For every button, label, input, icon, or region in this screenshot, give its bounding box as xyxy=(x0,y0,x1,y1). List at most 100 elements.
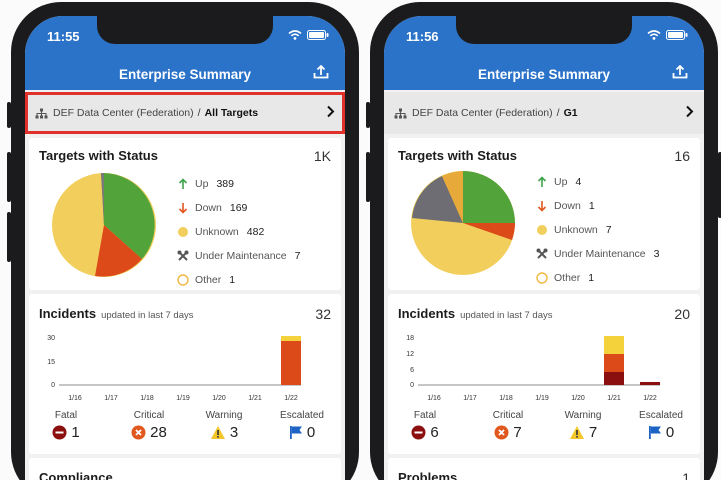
pie-slice-up xyxy=(463,171,515,223)
bar-1-22 xyxy=(640,382,660,385)
status-time: 11:56 xyxy=(406,29,439,44)
breadcrumb[interactable]: DEF Data Center (Federation) / G1 xyxy=(384,92,704,134)
legend-label: Under Maintenance xyxy=(195,250,287,262)
legend-item-other[interactable]: Other 1 xyxy=(175,268,300,292)
problems-card[interactable]: Problems 1 xyxy=(388,458,700,480)
x-tick-label: 1/19 xyxy=(176,395,190,402)
targets-status-card[interactable]: Targets with Status 1K Up 389 Down 169 Unk… xyxy=(29,138,341,290)
x-axis: 1/16 1/17 1/18 1/19 1/20 1/21 1/22 xyxy=(427,395,657,402)
legend-label: Unknown xyxy=(554,224,598,236)
stat-value: 7 xyxy=(588,424,598,441)
card-title: Compliance xyxy=(39,470,113,480)
incidents-title: Incidents xyxy=(39,306,97,321)
x-axis: 1/16 1/17 1/18 1/19 1/20 1/21 1/22 xyxy=(68,395,298,402)
status-pie-chart xyxy=(411,171,515,275)
stat-escalated[interactable]: Escalated 0 xyxy=(267,410,337,441)
side-button xyxy=(7,152,11,202)
stat-value: 3 xyxy=(229,424,239,441)
card-title: Incidents updated in last 7 days xyxy=(398,306,553,321)
card-title: Incidents updated in last 7 days xyxy=(39,306,194,321)
card-title: Problems xyxy=(398,470,458,480)
card-title: Targets with Status xyxy=(39,148,158,163)
legend-item-other[interactable]: Other 1 xyxy=(534,266,659,290)
x-tick-label: 1/22 xyxy=(284,395,298,402)
fatal-icon xyxy=(52,425,67,440)
share-button[interactable] xyxy=(313,64,329,84)
warning-icon xyxy=(210,426,225,439)
stat-warning[interactable]: Warning 7 xyxy=(548,410,618,441)
stat-fatal[interactable]: Fatal 6 xyxy=(390,410,460,441)
y-tick-label: 0 xyxy=(51,382,55,389)
stat-critical[interactable]: Critical 28 xyxy=(114,410,184,441)
bar-segment-warning xyxy=(281,336,301,341)
targets-status-card[interactable]: Targets with Status 16 Up 4 Down 1 Unknown… xyxy=(388,138,700,290)
x-tick-label: 1/22 xyxy=(643,395,657,402)
side-button xyxy=(366,102,370,128)
legend-label: Down xyxy=(554,200,581,212)
legend-label: Unknown xyxy=(195,226,239,238)
breadcrumb-separator: / xyxy=(556,107,560,119)
legend-item-maintenance[interactable]: Under Maintenance 7 xyxy=(175,244,300,268)
other-ring-icon xyxy=(177,274,189,286)
x-tick-label: 1/17 xyxy=(104,395,118,402)
app-header: 11:56 Enterprise Summary xyxy=(384,16,704,90)
legend-value: 7 xyxy=(605,224,612,236)
legend-item-down[interactable]: Down 1 xyxy=(534,194,659,218)
incidents-title: Incidents xyxy=(398,306,456,321)
stat-value: 7 xyxy=(513,424,522,441)
x-tick-label: 1/18 xyxy=(140,395,154,402)
fatal-icon xyxy=(411,425,426,440)
warning-icon xyxy=(569,426,584,439)
x-tick-label: 1/19 xyxy=(535,395,549,402)
stat-warning[interactable]: Warning 3 xyxy=(189,410,259,441)
side-button xyxy=(7,102,11,128)
y-tick-label: 15 xyxy=(47,359,55,366)
incidents-card[interactable]: Incidents updated in last 7 days 20 18 12… xyxy=(388,294,700,454)
stat-escalated[interactable]: Escalated 0 xyxy=(626,410,696,441)
breadcrumb-parent: DEF Data Center (Federation) xyxy=(53,107,194,119)
status-pie-chart xyxy=(52,172,156,277)
legend-value: 1 xyxy=(229,274,236,286)
legend-item-unknown[interactable]: Unknown 7 xyxy=(534,218,659,242)
stat-critical[interactable]: Critical 7 xyxy=(473,410,543,441)
incidents-card[interactable]: Incidents updated in last 7 days 32 3 0 15… xyxy=(29,294,341,454)
critical-icon xyxy=(131,425,146,440)
legend-value: 1 xyxy=(588,200,595,212)
incident-stats: Fatal 1 Critical 28 Warning 3 Escalated 0 xyxy=(29,410,341,446)
legend-value: 482 xyxy=(246,226,265,238)
bar-segment-critical xyxy=(604,354,624,372)
arrow-down-icon xyxy=(178,203,188,214)
phone-frame-left: 11:55 Enterprise Summary DEF Data Center… xyxy=(7,2,359,480)
legend-item-unknown[interactable]: Unknown 482 xyxy=(175,220,300,244)
status-legend: Up 4 Down 1 Unknown 7 Under Maintenance 3 Ot… xyxy=(534,170,659,290)
card-count: 32 xyxy=(315,306,331,322)
legend-item-up[interactable]: Up 4 xyxy=(534,170,659,194)
incident-stats: Fatal 6 Critical 7 Warning 7 Escalated 0 xyxy=(388,410,700,446)
stat-value: 1 xyxy=(71,424,80,441)
legend-item-up[interactable]: Up 389 xyxy=(175,172,300,196)
breadcrumb-target: All Targets xyxy=(204,107,259,119)
y-tick-label: 6 xyxy=(410,367,414,374)
x-tick-label: 1/20 xyxy=(212,395,226,402)
side-button xyxy=(7,212,11,262)
breadcrumb-target: G1 xyxy=(563,107,578,119)
stat-fatal[interactable]: Fatal 1 xyxy=(31,410,101,441)
y-tick-label: 18 xyxy=(406,335,414,342)
legend-item-maintenance[interactable]: Under Maintenance 3 xyxy=(534,242,659,266)
app-header: 11:55 Enterprise Summary xyxy=(25,16,345,90)
share-button[interactable] xyxy=(672,64,688,84)
bar-1-21 xyxy=(604,336,624,385)
y-tick-label: 12 xyxy=(406,351,414,358)
phone-frame-right: 11:56 Enterprise Summary DEF Data Center… xyxy=(366,2,721,480)
breadcrumb[interactable]: DEF Data Center (Federation) / All Targe… xyxy=(25,92,345,134)
compliance-card[interactable]: Compliance xyxy=(29,458,341,480)
page-title: Enterprise Summary xyxy=(118,67,252,82)
legend-value: 1 xyxy=(588,272,595,284)
status-time: 11:55 xyxy=(47,29,80,44)
legend-value: 7 xyxy=(294,250,301,262)
other-ring-icon xyxy=(536,272,548,284)
stat-label: Escalated xyxy=(280,410,324,421)
stat-value: 28 xyxy=(150,424,167,441)
x-tick-label: 1/16 xyxy=(427,395,441,402)
legend-item-down[interactable]: Down 169 xyxy=(175,196,300,220)
